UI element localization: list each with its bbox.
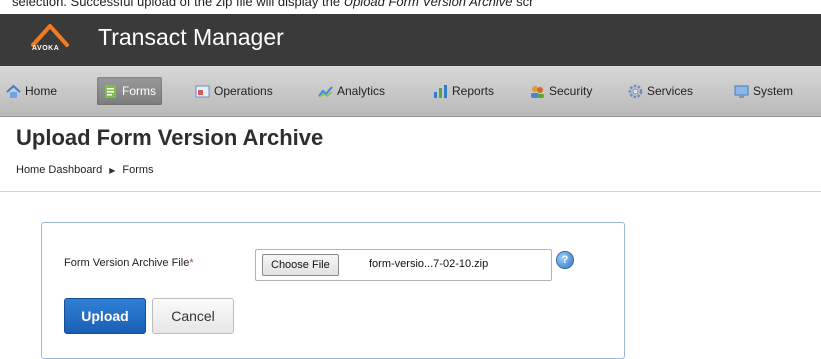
breadcrumb: Home Dashboard ▶ Forms — [16, 164, 154, 176]
archive-file-input[interactable]: Choose File form-versio...7-02-10.zip — [255, 249, 552, 281]
nav-label-security: Security — [549, 84, 593, 98]
nav-label-reports: Reports — [452, 84, 495, 98]
help-icon[interactable]: ? — [557, 252, 573, 268]
nav-item-analytics[interactable]: Analytics — [318, 77, 385, 105]
nav-item-operations[interactable]: Operations — [195, 77, 273, 105]
nav-label-system: System — [753, 84, 794, 98]
reports-icon — [434, 84, 447, 98]
security-icon — [531, 85, 544, 98]
app-title: Transact Manager — [98, 24, 284, 50]
nav-label-operations: Operations — [214, 84, 273, 98]
nav-label-home: Home — [25, 84, 58, 98]
upload-button[interactable]: Upload — [64, 298, 146, 334]
home-icon — [6, 84, 21, 98]
operations-icon — [195, 85, 210, 97]
logo-text: AVOKA — [32, 45, 60, 52]
upload-panel: Form Version Archive File* Choose File f… — [41, 222, 625, 359]
archive-file-label: Form Version Archive File* — [64, 257, 194, 269]
system-icon — [734, 85, 749, 98]
nav-item-services[interactable]: Services — [628, 77, 693, 105]
selected-file-name: form-versio...7-02-10.zip — [369, 258, 489, 270]
choose-file-button[interactable]: Choose File — [262, 254, 339, 276]
caption-text: selection. Successful upload of the zip … — [12, 0, 344, 9]
caption-text-end: scr — [512, 0, 534, 9]
nav-label-forms: Forms — [122, 84, 156, 98]
breadcrumb-forms[interactable]: Forms — [122, 164, 153, 176]
breadcrumb-home-dashboard[interactable]: Home Dashboard — [16, 164, 102, 176]
nav-item-forms[interactable]: Forms — [97, 77, 162, 105]
archive-file-label-text: Form Version Archive File — [64, 257, 190, 269]
analytics-icon — [318, 85, 333, 98]
nav-item-home[interactable]: Home — [6, 77, 57, 105]
page-title: Upload Form Version Archive — [16, 125, 324, 150]
cancel-button[interactable]: Cancel — [152, 298, 234, 334]
nav-item-reports[interactable]: Reports — [433, 77, 494, 105]
nav-item-security[interactable]: Security — [530, 77, 592, 105]
forms-icon — [105, 84, 116, 98]
app-header: AVOKA Transact Manager — [0, 14, 821, 66]
required-marker: * — [189, 257, 194, 269]
main-nav: Home Forms Operations Analytics Reports … — [0, 66, 821, 117]
breadcrumb-separator-icon: ▶ — [109, 165, 116, 175]
nav-item-system[interactable]: System — [734, 77, 793, 105]
nav-label-services: Services — [647, 84, 694, 98]
nav-label-analytics: Analytics — [337, 84, 386, 98]
caption-italic-text: Upload Form Version Archive — [343, 0, 513, 9]
header-divider — [0, 191, 821, 192]
avoka-logo-icon — [31, 24, 69, 47]
services-icon — [628, 84, 643, 98]
